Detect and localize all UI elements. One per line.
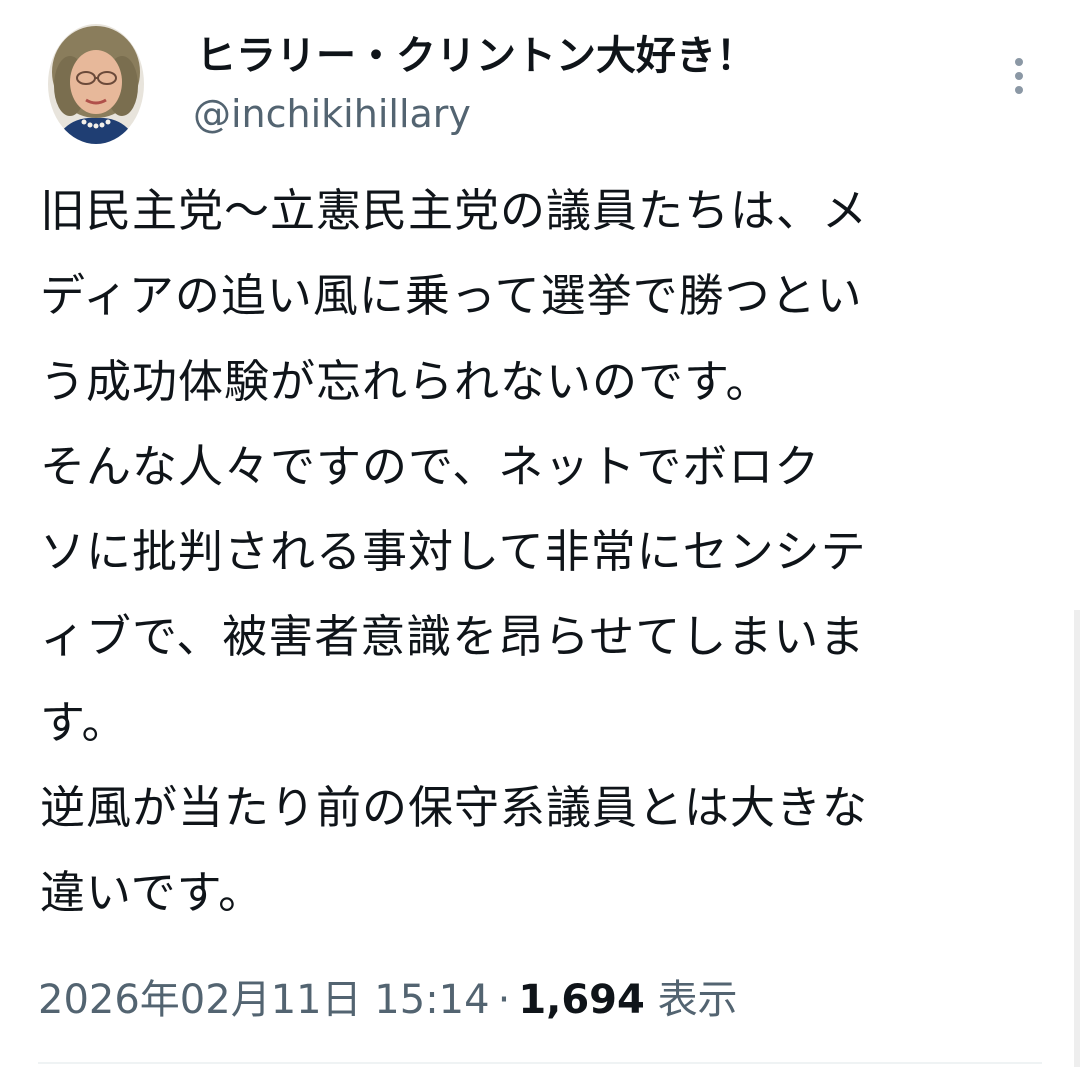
tweet-text: 旧民主党〜立憲民主党の議員たちは、メ ディアの追い風に乗って選挙で勝つとい う成… (40, 168, 1040, 936)
author-handle[interactable]: @inchikihillary (193, 88, 471, 140)
tweet-metadata: 2026年02月11日 15:14 · 1,694 表示 (38, 972, 738, 1028)
views-count[interactable]: 1,694 (518, 977, 645, 1023)
tweet: ヒラリー・クリントン大好き！ @inchikihillary 旧民主党〜立憲民主… (0, 0, 1080, 1067)
tweet-text-line: そんな人々ですので、ネットでボロク (40, 439, 821, 493)
tweet-text-line: す。 (40, 695, 128, 749)
tweet-text-line: う成功体験が忘れられないのです。 (40, 354, 772, 408)
views-label: 表示 (657, 977, 738, 1023)
tweet-text-line: 違いです。 (40, 866, 265, 920)
tweet-timestamp[interactable]: 2026年02月11日 15:14 (38, 977, 490, 1023)
divider (38, 1062, 1042, 1064)
tweet-text-line: ディアの追い風に乗って選挙で勝つとい (40, 269, 863, 323)
tweet-text-line: ソに批判される事対して非常にセンシテ (40, 525, 867, 579)
tweet-text-line: ィブで、被害者意識を昂らせてしまいま (40, 610, 866, 664)
tweet-text-line: 逆風が当たり前の保守系議員とは大きな (40, 781, 869, 835)
avatar-portrait-illustration (48, 24, 144, 144)
author-avatar[interactable] (48, 24, 144, 144)
scroll-edge (1074, 610, 1080, 1067)
meta-separator: · (497, 977, 511, 1023)
tweet-text-line: 旧民主党〜立憲民主党の議員たちは、メ (40, 184, 869, 237)
more-options-button[interactable] (1000, 52, 1040, 100)
author-display-name[interactable]: ヒラリー・クリントン大好き！ (196, 28, 756, 84)
